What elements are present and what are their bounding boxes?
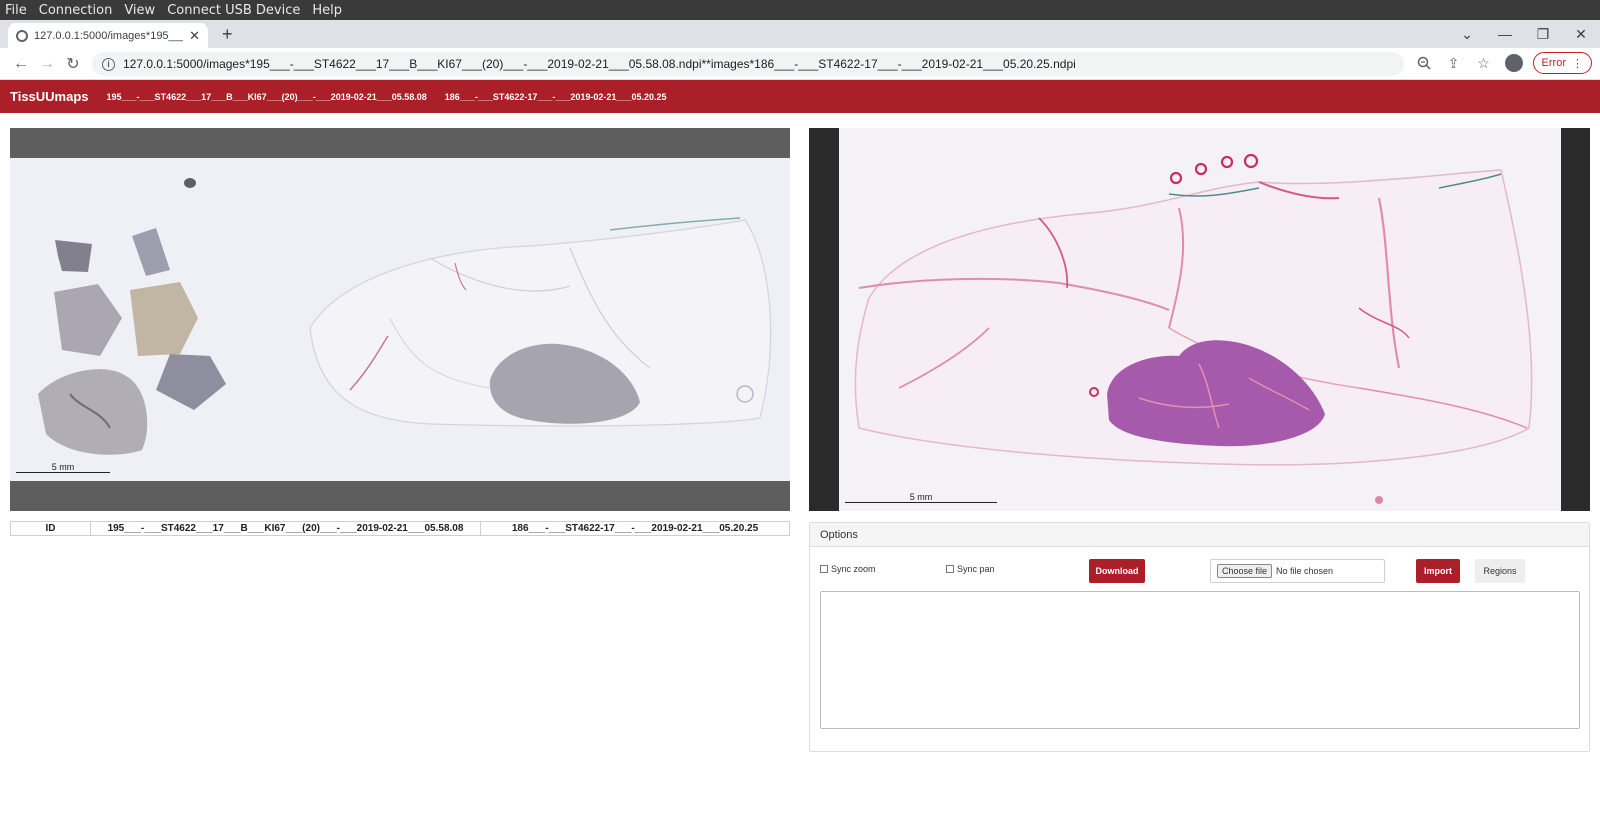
zoom-icon[interactable] <box>1413 52 1435 74</box>
kebab-menu-icon: ⋮ <box>1572 57 1583 70</box>
sync-zoom-label: Sync zoom <box>831 564 876 574</box>
forward-icon[interactable]: → <box>34 51 60 77</box>
id-cell-right: 186___-___ST4622-17___-___2019-02-21___0… <box>480 521 790 536</box>
site-info-icon[interactable]: i <box>102 57 115 71</box>
tab-title: 127.0.0.1:5000/images*195___-... <box>34 29 183 42</box>
left-image-viewer[interactable]: 5 mm <box>10 128 790 511</box>
reload-icon[interactable]: ↻ <box>60 51 86 77</box>
right-image-viewer[interactable]: 5 mm <box>809 128 1590 511</box>
id-cell-left: 195___-___ST4622___17___B___KI67___(20)_… <box>90 521 481 536</box>
menu-connect-usb[interactable]: Connect USB Device <box>167 3 300 18</box>
toolbar-actions: ⇪ ☆ Error ⋮ <box>1413 52 1592 74</box>
tab-strip: 127.0.0.1:5000/images*195___-... ✕ <box>0 20 1600 48</box>
choose-file-button[interactable]: Choose file <box>1217 564 1273 578</box>
checkbox-box[interactable] <box>946 565 954 573</box>
sync-pan-label: Sync pan <box>957 564 995 574</box>
close-window-button[interactable]: ✕ <box>1562 26 1600 43</box>
window-controls: ⌄ — ❐ ✕ <box>1448 20 1600 48</box>
regions-textarea[interactable] <box>820 591 1580 729</box>
menu-view[interactable]: View <box>124 3 155 18</box>
restore-button[interactable]: ❐ <box>1524 26 1562 43</box>
menu-file[interactable]: File <box>5 3 27 18</box>
right-slide-canvas[interactable] <box>839 128 1561 511</box>
id-table: ID 195___-___ST4622___17___B___KI67___(2… <box>10 521 790 536</box>
left-tissue-image <box>38 178 772 455</box>
checkbox-box[interactable] <box>820 565 828 573</box>
avatar <box>1504 54 1523 72</box>
app-brand[interactable]: TissUUmaps <box>10 89 89 104</box>
app-navbar: TissUUmaps 195___-___ST4622___17___B___K… <box>0 80 1600 113</box>
left-slide-canvas[interactable] <box>10 158 790 481</box>
download-button[interactable]: Download <box>1089 559 1145 583</box>
browser-toolbar: ← → ↻ i 127.0.0.1:5000/images*195___-___… <box>0 48 1600 80</box>
back-icon[interactable]: ← <box>8 51 34 77</box>
options-controls: Sync zoom Sync pan Download Choose file … <box>820 557 1580 587</box>
menu-help[interactable]: Help <box>312 3 342 18</box>
bookmark-star-icon[interactable]: ☆ <box>1473 52 1495 74</box>
no-file-label: No file chosen <box>1276 566 1334 576</box>
left-scale-bar: 5 mm <box>16 462 110 473</box>
share-icon[interactable]: ⇪ <box>1443 52 1465 74</box>
menu-connection[interactable]: Connection <box>39 3 113 18</box>
url-text[interactable]: 127.0.0.1:5000/images*195___-___ST4622__… <box>123 57 1076 71</box>
error-button[interactable]: Error ⋮ <box>1532 52 1592 74</box>
address-bar[interactable]: i 127.0.0.1:5000/images*195___-___ST4622… <box>92 52 1404 76</box>
sync-zoom-checkbox[interactable]: Sync zoom <box>820 564 876 574</box>
error-label: Error <box>1541 57 1566 69</box>
tab-search-icon[interactable]: ⌄ <box>1448 26 1486 43</box>
minimize-button[interactable]: — <box>1486 26 1524 42</box>
right-tissue-image <box>854 153 1533 504</box>
id-header-cell: ID <box>10 521 91 536</box>
options-panel: Options Sync zoom Sync pan Download Choo… <box>809 522 1590 752</box>
browser-tab[interactable]: 127.0.0.1:5000/images*195___-... ✕ <box>8 23 208 48</box>
new-tab-button[interactable]: + <box>222 24 233 45</box>
close-tab-icon[interactable]: ✕ <box>189 28 200 44</box>
table-row: ID 195___-___ST4622___17___B___KI67___(2… <box>10 521 790 536</box>
file-input[interactable]: Choose file No file chosen <box>1210 559 1385 583</box>
options-title: Options <box>810 523 1589 547</box>
nav-link-left-image[interactable]: 195___-___ST4622___17___B___KI67___(20)_… <box>107 92 427 102</box>
right-scale-bar: 5 mm <box>845 492 997 503</box>
globe-icon <box>16 29 28 42</box>
regions-button[interactable]: Regions <box>1475 559 1525 583</box>
sync-pan-checkbox[interactable]: Sync pan <box>946 564 995 574</box>
profile-icon[interactable] <box>1503 52 1525 74</box>
import-button[interactable]: Import <box>1416 559 1460 583</box>
os-menubar: File Connection View Connect USB Device … <box>0 0 1600 20</box>
nav-link-right-image[interactable]: 186___-___ST4622-17___-___2019-02-21___0… <box>445 92 667 102</box>
